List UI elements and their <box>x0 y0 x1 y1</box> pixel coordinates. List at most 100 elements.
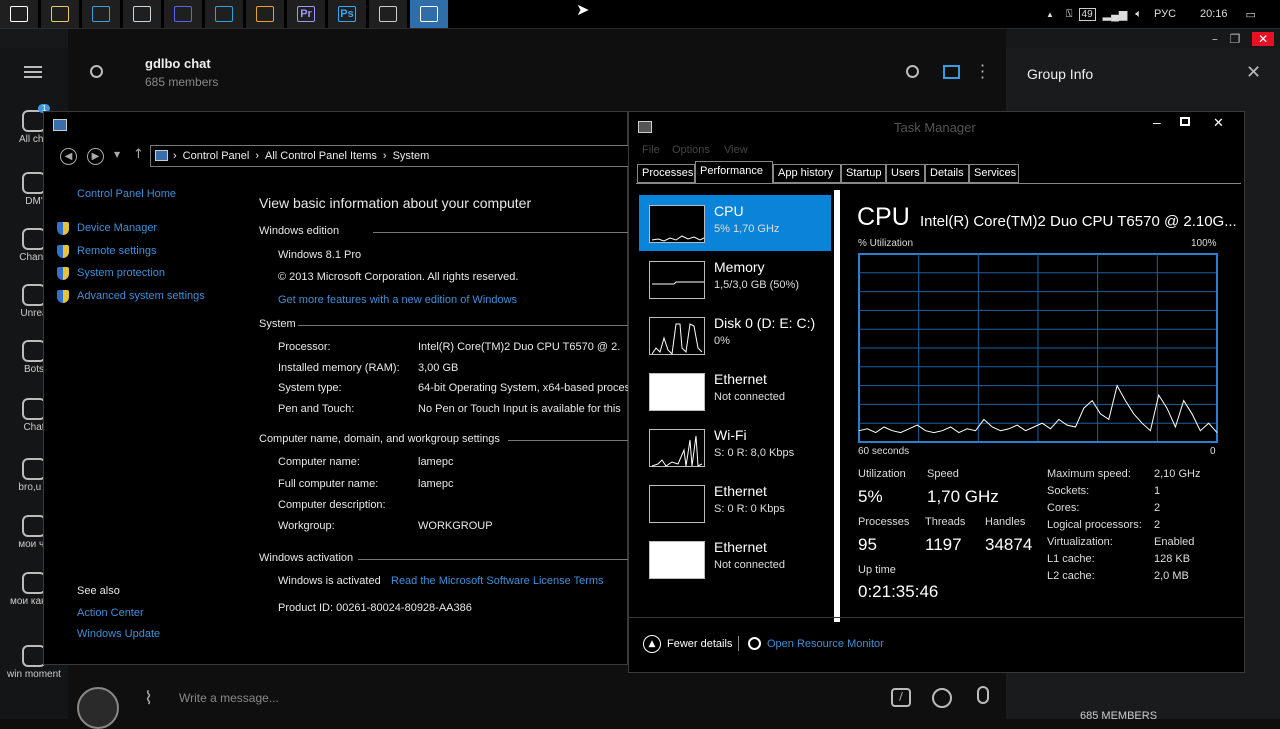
perf-item-sub: S: 0 R: 8,0 Kbps <box>714 447 795 459</box>
sidebar-toggle-icon[interactable] <box>943 65 960 79</box>
chat-search-icon[interactable] <box>906 65 919 78</box>
cpu-detail-label: L1 cache: <box>1047 553 1095 565</box>
taskbar-button-file-explorer[interactable] <box>41 0 80 28</box>
close-icon[interactable]: ✕ <box>1213 115 1224 131</box>
processes-label: Processes <box>858 516 910 528</box>
network-adapter-icon[interactable]: ⍂ <box>1066 8 1073 21</box>
uptime-value: 0:21:35:46 <box>858 582 939 601</box>
divider <box>508 440 629 441</box>
product-id: Product ID: 00261-80024-80928-AA386 <box>278 602 472 614</box>
language-indicator[interactable]: РУС <box>1154 8 1176 20</box>
sidebar-scrollbar[interactable] <box>834 190 840 622</box>
taskbar-button-steam[interactable] <box>123 0 162 28</box>
perf-item-cpu[interactable]: CPU 5% 1,70 GHz <box>639 195 831 251</box>
photoshop-icon: Ps <box>338 6 356 22</box>
cpu-detail-value: 128 KB <box>1154 553 1191 565</box>
action-center-link[interactable]: Action Center <box>77 607 144 619</box>
advanced-system-settings-link[interactable]: Advanced system settings <box>77 290 205 302</box>
taskbar-button-discord[interactable] <box>164 0 203 28</box>
remote-settings-link[interactable]: Remote settings <box>77 245 156 257</box>
chevron-up-icon[interactable]: ▲ <box>643 635 661 653</box>
taskbar-button-telegram[interactable] <box>205 0 244 28</box>
system-window-icon <box>379 6 397 22</box>
message-input[interactable]: Write a message... <box>179 691 279 705</box>
taskbar-button-app[interactable] <box>246 0 285 28</box>
menu-options[interactable]: Options <box>672 144 710 156</box>
cpu-detail-label: Maximum speed: <box>1047 468 1131 480</box>
fewer-details-button[interactable]: Fewer details <box>667 638 732 650</box>
tab-app-history[interactable]: App history <box>773 164 841 183</box>
computer-row-value: lamepc <box>418 456 454 468</box>
hamburger-menu-icon[interactable] <box>24 66 42 78</box>
mini-graph <box>649 261 705 299</box>
breadcrumb-all-items[interactable]: All Control Panel Items <box>265 150 377 162</box>
emoji-icon[interactable] <box>932 688 952 708</box>
page-title: View basic information about your comput… <box>259 195 532 211</box>
mini-graph <box>649 373 705 411</box>
perf-item-disk[interactable]: Disk 0 (D: E: C:) 0% <box>639 307 831 363</box>
taskbar-button-windows-start[interactable] <box>0 0 39 28</box>
close-panel-icon[interactable]: ✕ <box>1246 62 1261 83</box>
microphone-icon[interactable] <box>977 686 989 704</box>
commands-icon[interactable]: / <box>891 688 911 707</box>
search-icon[interactable] <box>90 65 103 78</box>
restore-icon[interactable]: ❐ <box>1230 32 1241 46</box>
mini-graph <box>649 541 705 579</box>
tab-performance[interactable]: Performance <box>695 161 773 183</box>
tab-users[interactable]: Users <box>886 164 925 183</box>
forward-button[interactable]: ▶ <box>87 148 104 165</box>
taskbar-button-edge[interactable] <box>82 0 121 28</box>
taskbar-button-premiere[interactable]: Pr <box>287 0 326 28</box>
address-bar[interactable]: › Control Panel › All Control Panel Item… <box>150 145 629 167</box>
cpu-detail-value: 2,0 MB <box>1154 570 1189 582</box>
open-resource-monitor-link[interactable]: Open Resource Monitor <box>767 638 884 650</box>
chevron-up-icon[interactable]: ▲ <box>1046 10 1054 19</box>
more-features-link[interactable]: Get more features with a new edition of … <box>278 294 517 306</box>
task-manager-icon <box>420 6 438 22</box>
tab-processes[interactable]: Processes <box>637 164 695 183</box>
taskbar-button-photoshop[interactable]: Ps <box>328 0 367 28</box>
cpu-utilization-graph <box>858 253 1218 443</box>
perf-item-ethernet[interactable]: Ethernet Not connected <box>639 363 831 419</box>
license-terms-link[interactable]: Read the Microsoft Software License Term… <box>391 575 604 587</box>
up-arrow-icon[interactable]: ↑ <box>133 147 144 162</box>
signal-icon[interactable]: ▂▄▆ <box>1103 8 1128 21</box>
perf-item-ethernet[interactable]: Ethernet S: 0 R: 0 Kbps <box>639 475 831 531</box>
tab-startup[interactable]: Startup <box>841 164 886 183</box>
chevron-down-icon[interactable]: ▼ <box>114 150 120 159</box>
computer-row-value: lamepc <box>418 478 454 490</box>
taskbar-button-system-window[interactable] <box>369 0 408 28</box>
tab-details[interactable]: Details <box>925 164 969 183</box>
tab-services[interactable]: Services <box>969 164 1019 183</box>
more-icon[interactable]: · · · <box>980 58 985 86</box>
activation-status: Windows is activated <box>278 575 381 587</box>
perf-item-memory[interactable]: Memory 1,5/3,0 GB (50%) <box>639 251 831 307</box>
util-max-label: 100% <box>1191 238 1217 249</box>
attach-icon[interactable]: ⌇ <box>144 688 153 709</box>
minimize-icon[interactable]: – <box>1212 32 1218 46</box>
perf-item-wi-fi[interactable]: Wi-Fi S: 0 R: 8,0 Kbps <box>639 419 831 475</box>
maximize-icon[interactable] <box>1180 117 1190 126</box>
perf-item-ethernet[interactable]: Ethernet Not connected <box>639 531 831 587</box>
device-manager-link[interactable]: Device Manager <box>77 222 157 234</box>
clock[interactable]: 20:16 <box>1200 8 1228 20</box>
edition-name: Windows 8.1 Pro <box>278 249 362 261</box>
breadcrumb-system[interactable]: System <box>393 150 430 162</box>
system-row-label: Pen and Touch: <box>278 403 355 415</box>
close-icon[interactable]: ✕ <box>1252 31 1275 46</box>
menu-view[interactable]: View <box>724 144 748 156</box>
uptime-label: Up time <box>858 564 896 576</box>
control-panel-home-link[interactable]: Control Panel Home <box>77 188 176 200</box>
volume-icon[interactable]: 🔈︎ <box>1135 8 1142 21</box>
battery-badge[interactable]: 49 <box>1078 7 1096 21</box>
avatar[interactable] <box>77 687 119 729</box>
system-protection-link[interactable]: System protection <box>77 267 165 279</box>
notifications-icon[interactable]: ▭ <box>1246 8 1256 21</box>
back-button[interactable]: ◀ <box>60 148 77 165</box>
taskbar-button-task-manager[interactable] <box>410 0 449 28</box>
minimize-icon[interactable]: – <box>1153 114 1161 130</box>
breadcrumb-control-panel[interactable]: Control Panel <box>183 150 250 162</box>
menu-file[interactable]: File <box>642 144 660 156</box>
computer-row-label: Computer name: <box>278 456 360 468</box>
windows-update-link[interactable]: Windows Update <box>77 628 160 640</box>
